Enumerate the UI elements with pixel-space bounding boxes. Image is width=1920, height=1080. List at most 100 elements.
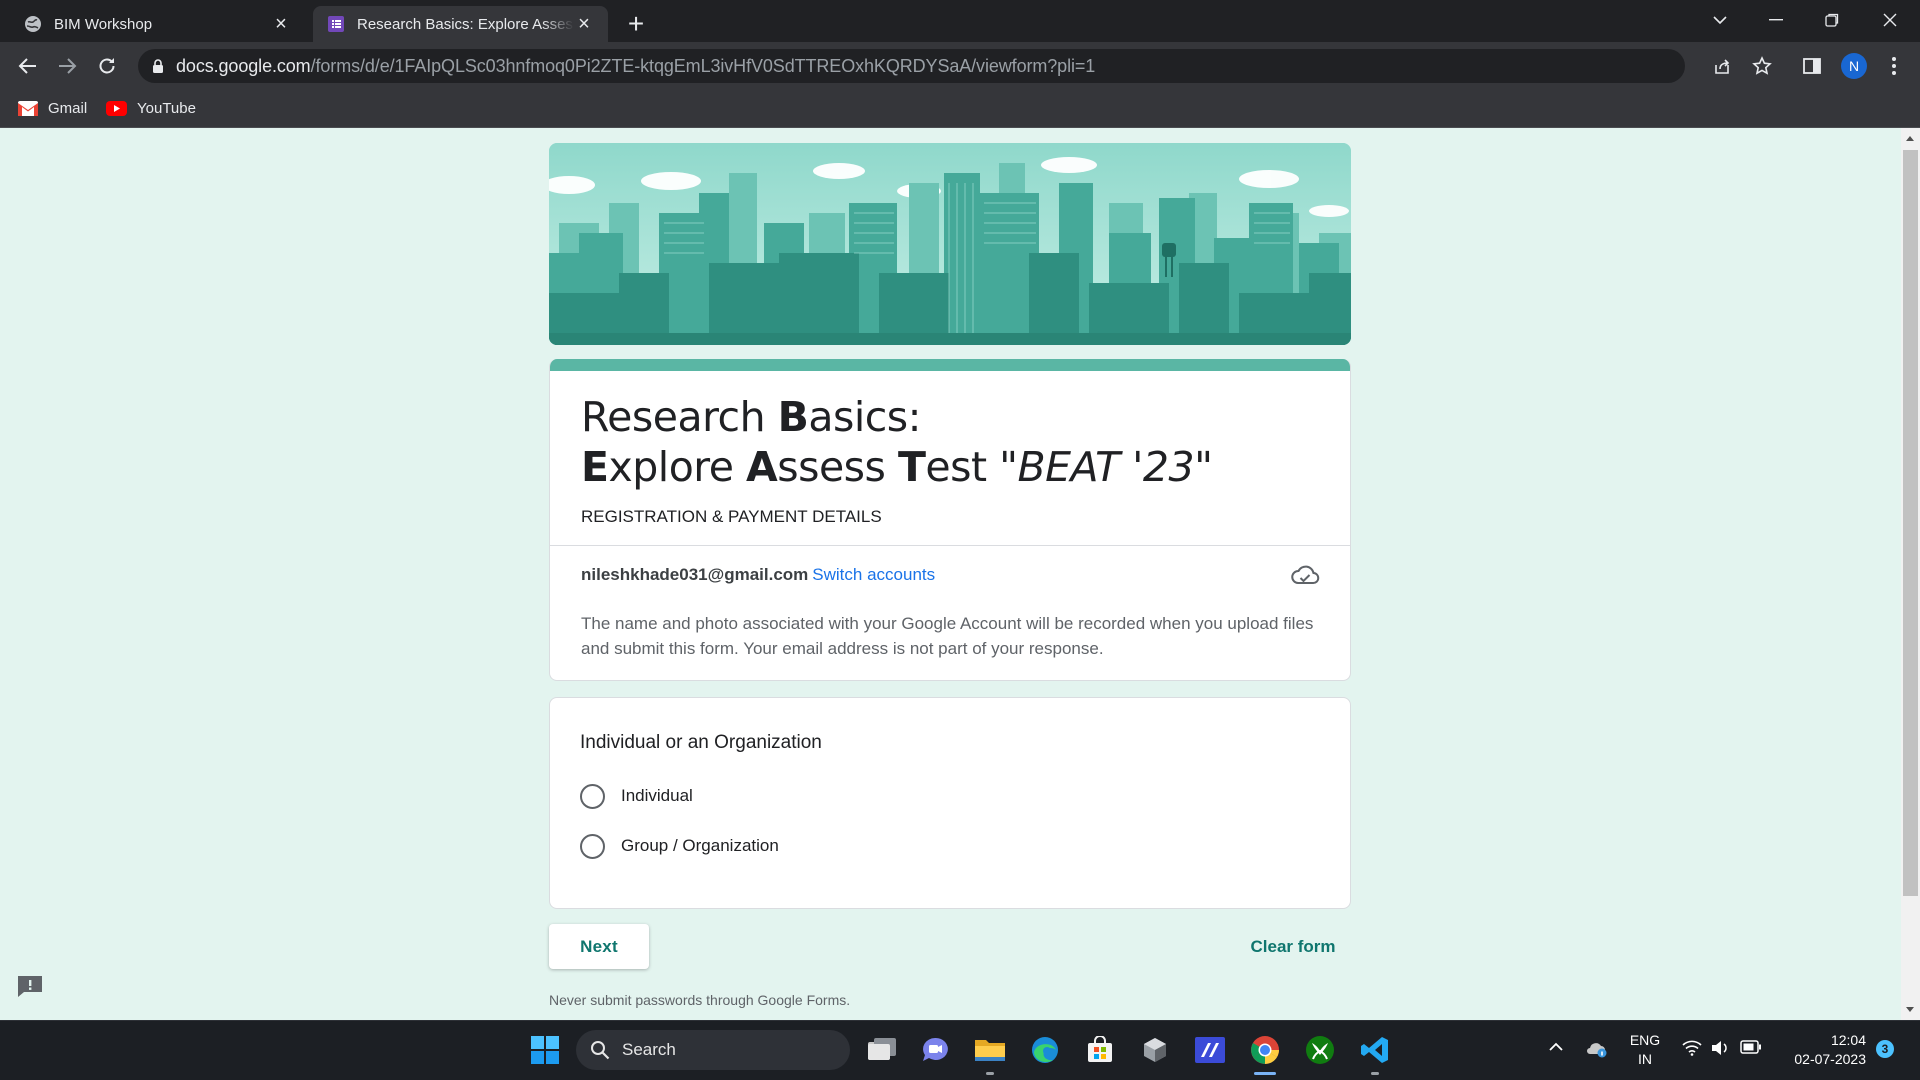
close-tab-icon[interactable]: ×: [271, 13, 291, 35]
bookmark-gmail[interactable]: Gmail: [18, 94, 87, 122]
footer-warning: Never submit passwords through Google Fo…: [549, 992, 851, 1008]
restore-button[interactable]: [1804, 0, 1860, 40]
bookmark-label: Gmail: [48, 99, 88, 117]
language-indicator[interactable]: ENG IN: [1628, 1031, 1662, 1069]
task-view-button[interactable]: [862, 1030, 902, 1070]
radio-button[interactable]: [580, 833, 605, 859]
new-tab-button[interactable]: +: [620, 8, 652, 40]
start-button[interactable]: [525, 1030, 565, 1070]
tab-bim-workshop[interactable]: BIM Workshop ×: [10, 6, 305, 42]
vscode-button[interactable]: [1355, 1030, 1395, 1070]
folder-icon: [975, 1040, 1005, 1061]
report-problem-icon[interactable]: [16, 974, 44, 998]
question-card: Individual or an Organization Individual…: [549, 697, 1351, 909]
form-header-card: Research Basics: Explore Assess Test "BE…: [549, 359, 1351, 681]
form-title: Research Basics: Explore Assess Test "BE…: [581, 392, 1213, 492]
radio-button[interactable]: [580, 783, 605, 809]
chevron-down-icon: [1713, 16, 1727, 25]
privacy-notice: The name and photo associated with your …: [581, 614, 1314, 658]
more-vertical-icon: [1892, 57, 1896, 75]
microsoft-store-button[interactable]: [1080, 1030, 1120, 1070]
chrome-icon: [1251, 1036, 1279, 1064]
bookmark-label: YouTube: [137, 99, 196, 117]
notification-badge[interactable]: 3: [1876, 1040, 1894, 1058]
restore-icon: [1825, 13, 1839, 27]
close-tab-icon[interactable]: ×: [574, 13, 594, 35]
scroll-down-arrow-icon[interactable]: [1905, 1006, 1915, 1014]
reload-button[interactable]: [91, 50, 123, 82]
clock-date: 02-07-2023: [1794, 1051, 1866, 1067]
youtube-icon: [106, 100, 127, 116]
volume-icon[interactable]: [1710, 1040, 1730, 1056]
globe-icon: [25, 16, 41, 32]
edge-button[interactable]: [1025, 1030, 1065, 1070]
bookmark-youtube[interactable]: YouTube: [106, 94, 196, 122]
radio-option-individual[interactable]: Individual: [580, 782, 693, 810]
search-icon: [591, 1041, 610, 1060]
side-panel-icon: [1803, 58, 1821, 74]
share-button[interactable]: [1706, 50, 1738, 82]
close-icon: [1883, 13, 1897, 27]
scroll-up-arrow-icon[interactable]: [1905, 134, 1915, 142]
arrow-right-icon: [59, 58, 77, 74]
edge-icon: [1032, 1037, 1058, 1063]
close-window-button[interactable]: [1862, 0, 1918, 40]
unity-hub-button[interactable]: [1135, 1030, 1175, 1070]
menu-button[interactable]: [1878, 50, 1910, 82]
scrollbar-thumb[interactable]: [1903, 150, 1918, 896]
google-forms-icon: [328, 16, 344, 32]
address-bar[interactable]: docs.google.com/forms/d/e/1FAIpQLSc03hnf…: [138, 49, 1685, 83]
side-panel-button[interactable]: [1796, 50, 1828, 82]
back-button[interactable]: [12, 50, 44, 82]
language-code: ENG: [1629, 1032, 1661, 1048]
clock[interactable]: 12:04 02-07-2023: [1776, 1031, 1866, 1069]
gmail-icon: [18, 100, 38, 116]
city-skyline-illustration: [549, 143, 1351, 345]
profile-button[interactable]: N: [1838, 50, 1870, 82]
battery-icon[interactable]: [1740, 1040, 1762, 1054]
active-app-indicator: [1254, 1072, 1276, 1075]
xbox-icon: [1306, 1036, 1334, 1064]
minimize-icon: [1769, 19, 1783, 21]
bookmark-star-button[interactable]: [1746, 50, 1778, 82]
star-icon: [1752, 56, 1772, 75]
cube-icon: [1144, 1038, 1166, 1062]
bookmarks-bar: [0, 88, 1920, 128]
forward-button[interactable]: [51, 50, 83, 82]
tab-title: BIM Workshop: [54, 15, 153, 33]
teams-chat-button[interactable]: [915, 1030, 955, 1070]
store-icon: [1088, 1036, 1112, 1062]
chevron-up-icon[interactable]: [1548, 1042, 1564, 1052]
file-explorer-button[interactable]: [970, 1030, 1010, 1070]
tab-search-button[interactable]: [1692, 0, 1748, 40]
xbox-button[interactable]: [1300, 1030, 1340, 1070]
lock-icon: [153, 58, 163, 73]
cloud-saved-icon[interactable]: [1290, 563, 1320, 589]
taskbar-search[interactable]: Search: [576, 1030, 850, 1070]
running-indicator: [986, 1072, 994, 1075]
wifi-icon[interactable]: [1682, 1040, 1702, 1056]
clock-time: 12:04: [1830, 1032, 1866, 1048]
account-email: nileshkhade031@gmail.com: [581, 565, 809, 584]
next-button[interactable]: Next: [549, 924, 649, 969]
onedrive-icon[interactable]: [1586, 1040, 1608, 1058]
form-title-line-1: Research Basics:: [581, 393, 921, 441]
divider: [550, 545, 1350, 546]
chrome-button[interactable]: [1245, 1030, 1285, 1070]
accent-bar: [550, 359, 1350, 371]
clear-form-button[interactable]: Clear form: [1238, 924, 1348, 969]
tab-research-basics[interactable]: Research Basics: Explore Assess Test "BE…: [313, 6, 608, 42]
app-m-icon: [1195, 1037, 1225, 1063]
account-info: nileshkhade031@gmail.com Switch accounts: [581, 565, 935, 585]
app-button[interactable]: [1190, 1030, 1230, 1070]
running-indicator: [1371, 1072, 1379, 1075]
url-text: docs.google.com/forms/d/e/1FAIpQLSc03hnf…: [176, 55, 1096, 76]
avatar-initial: N: [1848, 58, 1860, 74]
tab-title: Research Basics: Explore Assess Test "BE…: [357, 15, 574, 33]
arrow-left-icon: [18, 58, 36, 74]
switch-accounts-link[interactable]: Switch accounts: [812, 565, 935, 584]
radio-option-group-organization[interactable]: Group / Organization: [580, 832, 779, 860]
option-label: Individual: [621, 786, 693, 805]
minimize-button[interactable]: [1748, 0, 1804, 40]
reload-icon: [99, 58, 115, 74]
